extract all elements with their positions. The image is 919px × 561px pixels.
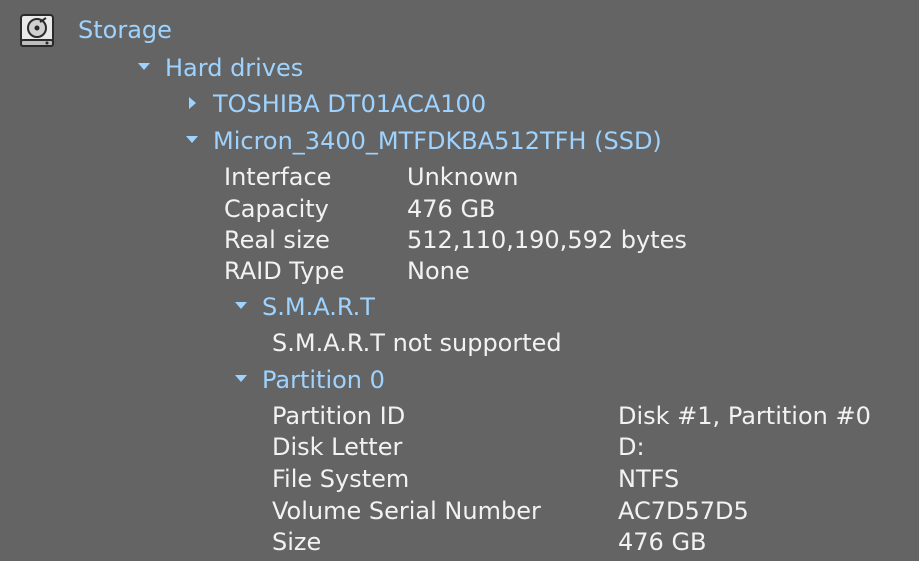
prop-value-raid-type: None xyxy=(407,257,470,285)
part-value-partition-id: Disk #1, Partition #0 xyxy=(618,402,871,430)
part-value-size: 476 GB xyxy=(618,528,707,556)
smart-toggle[interactable] xyxy=(233,292,249,322)
prop-value-interface: Unknown xyxy=(407,163,519,191)
hard-drives-toggle[interactable] xyxy=(136,53,152,83)
prop-key-interface: Interface xyxy=(224,163,332,191)
part-value-file-system: NTFS xyxy=(618,465,680,493)
storage-title[interactable]: Storage xyxy=(78,15,172,45)
part-value-disk-letter: D: xyxy=(618,433,645,461)
smart-node[interactable]: S.M.A.R.T xyxy=(262,292,375,322)
part-key-file-system: File System xyxy=(272,465,410,493)
partition-node[interactable]: Partition 0 xyxy=(262,365,385,395)
part-key-volume-serial: Volume Serial Number xyxy=(272,497,541,525)
collapsed-arrow-icon xyxy=(188,96,196,109)
expanded-arrow-icon xyxy=(235,375,247,382)
prop-key-capacity: Capacity xyxy=(224,195,329,223)
hard-drives-node[interactable]: Hard drives xyxy=(165,53,303,83)
smart-status-text: S.M.A.R.T not supported xyxy=(272,329,562,357)
prop-value-capacity: 476 GB xyxy=(407,195,496,223)
expanded-arrow-icon xyxy=(235,302,247,309)
micron-toggle[interactable] xyxy=(184,126,200,156)
part-key-partition-id: Partition ID xyxy=(272,402,406,430)
part-value-volume-serial: AC7D57D5 xyxy=(618,497,749,525)
partition-toggle[interactable] xyxy=(233,365,249,395)
hard-disk-icon xyxy=(18,12,56,50)
part-key-disk-letter: Disk Letter xyxy=(272,433,403,461)
expanded-arrow-icon xyxy=(138,63,150,70)
part-key-size: Size xyxy=(272,528,322,556)
prop-key-real-size: Real size xyxy=(224,226,330,254)
prop-key-raid-type: RAID Type xyxy=(224,257,345,285)
toshiba-toggle[interactable] xyxy=(184,89,200,119)
drive-node-micron[interactable]: Micron_3400_MTFDKBA512TFH (SSD) xyxy=(213,126,662,156)
expanded-arrow-icon xyxy=(186,136,198,143)
prop-value-real-size: 512,110,190,592 bytes xyxy=(407,226,687,254)
drive-node-toshiba[interactable]: TOSHIBA DT01ACA100 xyxy=(213,89,486,119)
